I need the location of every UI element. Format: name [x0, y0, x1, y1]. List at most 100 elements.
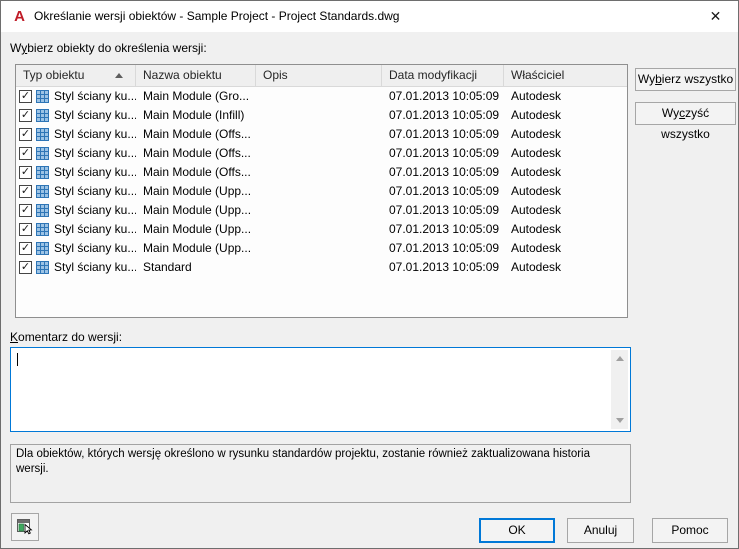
table-row[interactable]: ✓ Styl ściany ku... Main Module (Upp... 07.…	[16, 220, 627, 239]
button-label: Wy	[661, 106, 680, 120]
row-modified-cell: 07.01.2013 10:05:09	[389, 184, 500, 198]
row-type-cell: ✓ Styl ściany ku...	[16, 87, 136, 106]
scroll-down-icon[interactable]	[615, 418, 624, 423]
table-header: Typ obiektu Nazwa obiektu Opis Data mody…	[16, 65, 627, 87]
version-dialog-window: A Określanie wersji obiektów - Sample Pr…	[0, 0, 739, 549]
help-button[interactable]: Pomoc	[652, 518, 728, 543]
label-text: W	[10, 41, 22, 55]
select-all-button[interactable]: Wybierz wszystko	[635, 68, 736, 91]
row-type-cell: ✓ Styl ściany ku...	[16, 144, 136, 163]
column-header-description[interactable]: Opis	[256, 65, 382, 86]
table-row[interactable]: ✓ Styl ściany ku... Main Module (Upp... 07.…	[16, 182, 627, 201]
row-description-cell	[256, 163, 382, 182]
row-checkbox[interactable]: ✓	[19, 109, 32, 122]
row-type-label: Styl ściany ku...	[54, 146, 136, 160]
table-row[interactable]: ✓ Styl ściany ku... Main Module (Upp... 07.…	[16, 239, 627, 258]
table-row[interactable]: ✓ Styl ściany ku... Main Module (Offs... 07…	[16, 125, 627, 144]
row-type-cell: ✓ Styl ściany ku...	[16, 201, 136, 220]
column-header-name[interactable]: Nazwa obiektu	[136, 65, 256, 86]
row-name-cell: Main Module (Upp...	[143, 203, 252, 217]
row-description-cell	[256, 125, 382, 144]
row-owner-cell: Autodesk	[511, 146, 562, 160]
scroll-up-icon[interactable]	[615, 356, 624, 361]
object-list: Typ obiektu Nazwa obiektu Opis Data mody…	[15, 64, 628, 318]
column-header-label: Typ obiektu	[23, 68, 85, 82]
label-text: bierz obiekty do określenia wersji:	[27, 41, 207, 55]
table-row[interactable]: ✓ Styl ściany ku... Main Module (Gro... 07.…	[16, 87, 627, 106]
table-row[interactable]: ✓ Styl ściany ku... Main Module (Infill) 07…	[16, 106, 627, 125]
row-owner-cell: Autodesk	[511, 260, 562, 274]
row-checkbox[interactable]: ✓	[19, 90, 32, 103]
row-name-cell: Main Module (Offs...	[143, 146, 251, 160]
comment-scrollbar[interactable]	[611, 350, 628, 429]
ok-button[interactable]: OK	[479, 518, 555, 543]
row-type-label: Styl ściany ku...	[54, 241, 136, 255]
curtain-wall-style-icon	[36, 166, 49, 179]
row-checkbox[interactable]: ✓	[19, 204, 32, 217]
sort-ascending-icon	[115, 73, 123, 78]
row-owner-cell: Autodesk	[511, 89, 562, 103]
row-type-label: Styl ściany ku...	[54, 89, 136, 103]
label-text: omentarz do wersji:	[18, 330, 123, 344]
row-name-cell: Main Module (Upp...	[143, 222, 252, 236]
table-row[interactable]: ✓ Styl ściany ku... Standard 07.01.2013 10:…	[16, 258, 627, 277]
row-name-cell: Main Module (Upp...	[143, 241, 252, 255]
row-owner-cell: Autodesk	[511, 222, 562, 236]
row-checkbox[interactable]: ✓	[19, 128, 32, 141]
pick-objects-button[interactable]	[11, 513, 39, 541]
title-bar: A Określanie wersji obiektów - Sample Pr…	[1, 1, 738, 32]
row-modified-cell: 07.01.2013 10:05:09	[389, 241, 500, 255]
window-title: Określanie wersji obiektów - Sample Proj…	[34, 9, 400, 23]
row-modified-cell: 07.01.2013 10:05:09	[389, 146, 500, 160]
row-type-label: Styl ściany ku...	[54, 203, 136, 217]
row-type-cell: ✓ Styl ściany ku...	[16, 220, 136, 239]
column-header-type[interactable]: Typ obiektu	[16, 65, 136, 86]
row-modified-cell: 07.01.2013 10:05:09	[389, 165, 500, 179]
curtain-wall-style-icon	[36, 109, 49, 122]
row-checkbox[interactable]: ✓	[19, 166, 32, 179]
curtain-wall-style-icon	[36, 242, 49, 255]
column-header-modified[interactable]: Data modyfikacji	[382, 65, 504, 86]
row-name-cell: Main Module (Gro...	[143, 89, 250, 103]
row-type-cell: ✓ Styl ściany ku...	[16, 125, 136, 144]
row-checkbox[interactable]: ✓	[19, 147, 32, 160]
clear-all-button[interactable]: Wyczyść wszystko	[635, 102, 736, 141]
row-type-cell: ✓ Styl ściany ku...	[16, 182, 136, 201]
cancel-button[interactable]: Anuluj	[567, 518, 634, 543]
comment-input[interactable]	[10, 347, 631, 432]
row-checkbox[interactable]: ✓	[19, 261, 32, 274]
row-type-label: Styl ściany ku...	[54, 184, 136, 198]
row-description-cell	[256, 239, 382, 258]
row-owner-cell: Autodesk	[511, 203, 562, 217]
row-name-cell: Standard	[143, 260, 192, 274]
row-modified-cell: 07.01.2013 10:05:09	[389, 203, 500, 217]
row-owner-cell: Autodesk	[511, 108, 562, 122]
curtain-wall-style-icon	[36, 204, 49, 217]
row-checkbox[interactable]: ✓	[19, 223, 32, 236]
row-modified-cell: 07.01.2013 10:05:09	[389, 108, 500, 122]
row-description-cell	[256, 182, 382, 201]
label-accesskey: K	[10, 330, 19, 344]
table-row[interactable]: ✓ Styl ściany ku... Main Module (Offs... 07…	[16, 163, 627, 182]
row-checkbox[interactable]: ✓	[19, 242, 32, 255]
row-description-cell	[256, 106, 382, 125]
row-description-cell	[256, 201, 382, 220]
curtain-wall-style-icon	[36, 185, 49, 198]
row-description-cell	[256, 258, 382, 277]
row-checkbox[interactable]: ✓	[19, 185, 32, 198]
column-header-owner[interactable]: Właściciel	[504, 65, 627, 86]
row-modified-cell: 07.01.2013 10:05:09	[389, 127, 500, 141]
row-owner-cell: Autodesk	[511, 241, 562, 255]
pick-objects-icon	[17, 519, 33, 535]
row-description-cell	[256, 220, 382, 239]
table-row[interactable]: ✓ Styl ściany ku... Main Module (Offs... 07…	[16, 144, 627, 163]
row-name-cell: Main Module (Offs...	[143, 127, 251, 141]
close-icon[interactable]: ✕	[693, 1, 738, 32]
row-description-cell	[256, 87, 382, 106]
row-type-label: Styl ściany ku...	[54, 108, 136, 122]
table-row[interactable]: ✓ Styl ściany ku... Main Module (Upp... 07.…	[16, 201, 627, 220]
info-text: Dla obiektów, których wersję określono w…	[16, 448, 591, 475]
row-owner-cell: Autodesk	[511, 165, 562, 179]
row-type-label: Styl ściany ku...	[54, 127, 136, 141]
button-label: Wy	[637, 72, 656, 86]
